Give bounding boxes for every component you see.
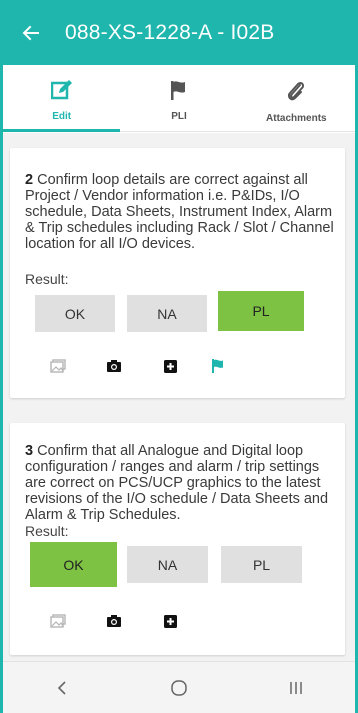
home-circle-icon: [171, 679, 187, 696]
result-ok-button[interactable]: OK: [35, 295, 115, 332]
chevron-left-icon: [57, 680, 66, 695]
item-question: 3 Confirm that all Analogue and Digital …: [25, 443, 337, 523]
result-na-button[interactable]: NA: [127, 546, 208, 583]
image-gallery-icon: [50, 614, 66, 628]
checklist-item-2: 2 Confirm loop details are correct again…: [10, 148, 345, 398]
recents-icon: [290, 681, 303, 694]
result-pl-button[interactable]: PL: [221, 546, 302, 583]
flag-icon: [212, 359, 223, 373]
app-frame: 088-XS-1228-A - I02B Edit PLI Attachment…: [0, 0, 358, 713]
result-pl-button[interactable]: PL: [218, 291, 304, 331]
camera-icon: [107, 360, 121, 372]
arrow-left-icon: [22, 25, 39, 40]
tab-bar: Edit PLI Attachments: [3, 65, 355, 132]
page-title: 088-XS-1228-A - I02B: [65, 20, 275, 44]
nav-recents-button[interactable]: [266, 668, 326, 708]
edit-icon: [50, 80, 72, 100]
item-number: 2: [25, 172, 34, 188]
back-button[interactable]: [3, 0, 59, 65]
result-label: Result:: [25, 271, 69, 287]
camera-button[interactable]: [104, 356, 124, 376]
result-na-button[interactable]: NA: [127, 295, 207, 332]
app-bar: 088-XS-1228-A - I02B: [3, 0, 355, 65]
camera-button[interactable]: [104, 611, 124, 631]
image-gallery-icon: [50, 359, 66, 373]
tab-pli[interactable]: PLI: [120, 65, 237, 131]
gallery-button[interactable]: [48, 611, 68, 631]
tab-attachments-label: Attachments: [266, 113, 327, 124]
plus-box-icon: [163, 359, 177, 373]
tab-pli-label: PLI: [171, 111, 187, 122]
item-text: Confirm that all Analogue and Digital lo…: [25, 443, 329, 523]
item-question: 2 Confirm loop details are correct again…: [25, 172, 337, 252]
result-ok-button[interactable]: OK: [30, 542, 117, 587]
checklist-content: 2 Confirm loop details are correct again…: [3, 133, 355, 661]
pli-flag-button[interactable]: [208, 356, 228, 376]
nav-home-button[interactable]: [149, 668, 209, 708]
add-button[interactable]: [160, 356, 180, 376]
plus-box-icon: [163, 614, 177, 628]
gallery-button[interactable]: [48, 356, 68, 376]
paperclip-icon: [288, 81, 305, 101]
flag-icon: [170, 81, 185, 100]
tab-edit-label: Edit: [52, 111, 72, 122]
tab-attachments[interactable]: Attachments: [238, 65, 355, 131]
add-button[interactable]: [160, 611, 180, 631]
result-label: Result:: [25, 523, 69, 539]
checklist-item-3: 3 Confirm that all Analogue and Digital …: [10, 423, 345, 655]
nav-back-button[interactable]: [32, 668, 92, 708]
tab-edit[interactable]: Edit: [3, 65, 121, 132]
system-nav-bar: [3, 661, 355, 713]
camera-icon: [107, 615, 121, 627]
item-text: Confirm loop details are correct against…: [25, 172, 334, 252]
item-number: 3: [25, 443, 34, 459]
